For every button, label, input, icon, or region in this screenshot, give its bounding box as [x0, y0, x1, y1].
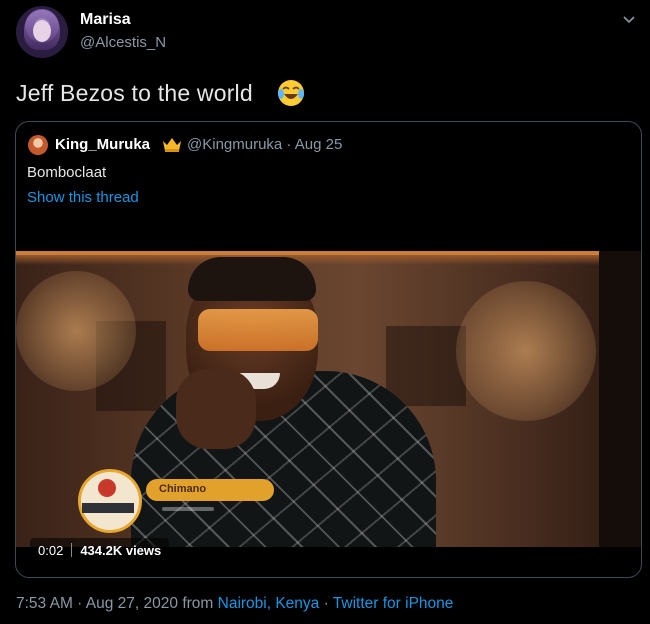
video-background-window — [386, 326, 466, 406]
footer-separator: · — [319, 595, 333, 612]
tweet-timestamp[interactable]: 7:53 AM · Aug 27, 2020 from — [16, 595, 218, 612]
crown-icon — [163, 138, 181, 152]
video-person-sunglasses — [198, 309, 318, 351]
show-thread-link[interactable]: Show this thread — [27, 189, 139, 206]
badge-divider — [71, 543, 73, 557]
video-channel-logo-mark — [98, 479, 116, 497]
quoted-tweet-card[interactable]: King_Muruka @Kingmuruka · Aug 25 Bombocl… — [15, 121, 642, 578]
tweet-text: Jeff Bezos to the world — [16, 80, 253, 106]
quoted-tweet-meta: @Kingmuruka · Aug 25 — [187, 136, 343, 153]
video-background-light — [16, 271, 136, 391]
video-info-badge: 0:02 434.2K views — [30, 538, 170, 562]
user-handle[interactable]: @Alcestis_N — [80, 34, 166, 51]
video-person-hair — [188, 257, 316, 301]
quoted-tweet-text: Bomboclaat — [27, 164, 107, 181]
video-player[interactable]: Chimano — [16, 251, 641, 547]
user-display-name[interactable]: Marisa — [80, 11, 131, 29]
video-duration: 0:02 — [38, 542, 64, 558]
video-channel-logo-band — [82, 503, 134, 513]
video-background-light — [456, 281, 596, 421]
video-view-count: 434.2K views — [80, 542, 162, 558]
video-lower-third-subtitle — [162, 507, 214, 511]
video-person-fist — [176, 369, 256, 449]
video-lower-third-name: Chimano — [159, 483, 207, 495]
video-frame-glow — [16, 255, 641, 265]
avatar-face — [33, 20, 51, 42]
tweet-footer: 7:53 AM · Aug 27, 2020 from Nairobi, Ken… — [16, 595, 453, 613]
tweet-container: Marisa @Alcestis_N Jeff Bezos to the wor… — [0, 0, 650, 624]
tweet-source-link[interactable]: Twitter for iPhone — [333, 595, 454, 612]
quoted-user-display-name[interactable]: King_Muruka — [55, 136, 150, 153]
face-with-tears-of-joy-emoji-icon — [278, 80, 304, 106]
tweet-location-link[interactable]: Nairobi, Kenya — [218, 595, 320, 612]
chevron-down-icon[interactable] — [622, 14, 636, 26]
video-letterbox — [599, 251, 641, 547]
user-avatar[interactable] — [16, 6, 68, 58]
quoted-user-avatar[interactable] — [28, 135, 48, 155]
